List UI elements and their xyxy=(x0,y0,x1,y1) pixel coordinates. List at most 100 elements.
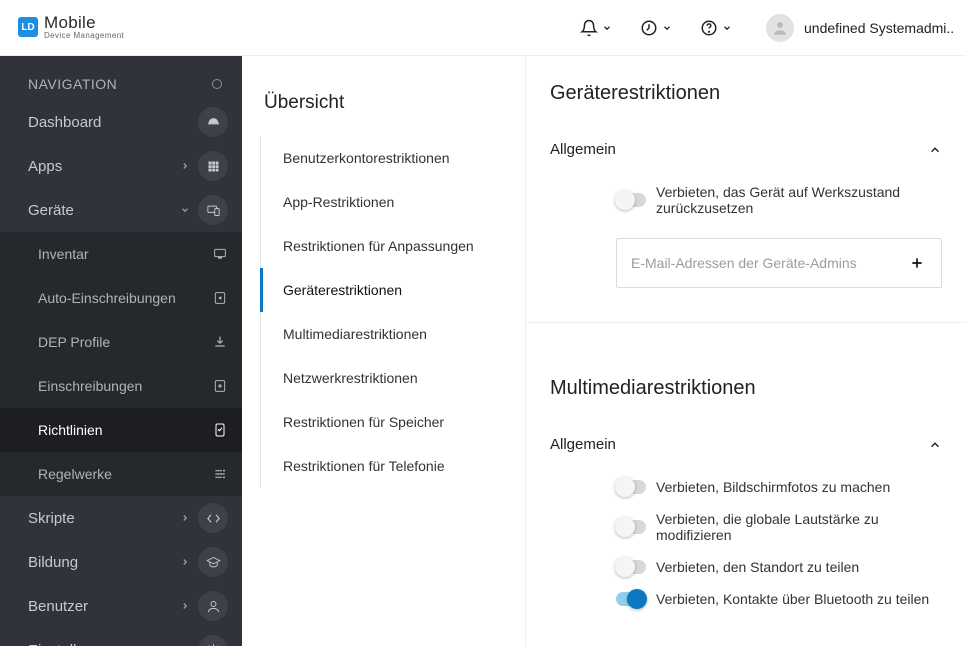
device-admin-email-field xyxy=(616,238,942,288)
overview-item[interactable]: Benutzerkontorestriktionen xyxy=(260,136,525,180)
add-email-button[interactable] xyxy=(907,253,927,273)
overview-list: Benutzerkontorestriktionen App-Restrikti… xyxy=(260,136,525,488)
sync-icon xyxy=(640,19,658,37)
main-shell: NAVIGATION Dashboard Apps Geräte Inventa… xyxy=(0,56,966,646)
section-label: Allgemein xyxy=(550,141,616,158)
rules-icon xyxy=(212,466,228,482)
sidebar-submenu-geraete: Inventar Auto-Einschreibungen DEP Profil… xyxy=(0,232,242,496)
enroll-icon xyxy=(212,378,228,394)
education-icon xyxy=(198,547,228,577)
toggle-screenshots[interactable] xyxy=(616,480,646,494)
scripts-icon xyxy=(198,503,228,533)
user-name: undefined Systemadmi.. xyxy=(804,20,954,36)
toggle-label: Verbieten, Kontakte über Bluetooth zu te… xyxy=(656,591,929,607)
devices-icon xyxy=(198,195,228,225)
download-icon xyxy=(212,334,228,350)
section-header-allgemein[interactable]: Allgemein xyxy=(550,422,942,471)
sidebar-item-label: Dashboard xyxy=(28,114,101,131)
overview-item[interactable]: Restriktionen für Telefonie xyxy=(260,444,525,488)
avatar xyxy=(766,14,794,42)
toggle-location[interactable] xyxy=(616,560,646,574)
overview-item[interactable]: App-Restriktionen xyxy=(260,180,525,224)
inventory-icon xyxy=(212,246,228,262)
user-icon xyxy=(771,19,789,37)
chevron-right-icon xyxy=(180,513,190,523)
toggle-factory-reset[interactable] xyxy=(616,193,646,207)
chevron-right-icon xyxy=(180,557,190,567)
apps-icon xyxy=(198,151,228,181)
nav-section-text: NAVIGATION xyxy=(28,76,117,92)
record-icon xyxy=(212,79,222,89)
sidebar-item-apps[interactable]: Apps xyxy=(0,144,242,188)
toggle-row: Verbieten, den Standort zu teilen xyxy=(550,551,942,583)
sidebar-item-label: Benutzer xyxy=(28,598,88,615)
sidebar-item-geraete[interactable]: Geräte xyxy=(0,188,242,232)
toggle-row: Verbieten, Kontakte über Bluetooth zu te… xyxy=(550,583,942,615)
toggle-bluetooth-contacts[interactable] xyxy=(616,592,646,606)
settings-icon xyxy=(198,635,228,646)
toggle-label: Verbieten, die globale Lautstärke zu mod… xyxy=(656,511,942,543)
chevron-up-icon xyxy=(928,438,942,452)
toggle-label: Verbieten, Bildschirmfotos zu machen xyxy=(656,479,890,495)
toggle-volume[interactable] xyxy=(616,520,646,534)
sidebar-item-bildung[interactable]: Bildung xyxy=(0,540,242,584)
sidebar-subitem-regelwerke[interactable]: Regelwerke xyxy=(0,452,242,496)
topbar: LD Mobile Device Management undefined Sy… xyxy=(0,0,966,56)
overview-item[interactable]: Restriktionen für Speicher xyxy=(260,400,525,444)
sync-menu[interactable] xyxy=(626,19,686,37)
sidebar-item-benutzer[interactable]: Benutzer xyxy=(0,584,242,628)
toggle-label: Verbieten, den Standort zu teilen xyxy=(656,559,859,575)
chevron-down-icon xyxy=(602,23,612,33)
policy-icon xyxy=(212,422,228,438)
sidebar-item-label: Richtlinien xyxy=(38,422,103,438)
nav-section-label: NAVIGATION xyxy=(0,56,242,100)
brand-text: Mobile Device Management xyxy=(44,14,124,40)
chevron-right-icon xyxy=(180,601,190,611)
brand[interactable]: LD Mobile Device Management xyxy=(18,14,124,40)
sidebar-item-einstellungen[interactable]: Einstellungen xyxy=(0,628,242,646)
overview-panel: Übersicht Benutzerkontorestriktionen App… xyxy=(242,56,526,646)
section-header-allgemein[interactable]: Allgemein xyxy=(550,127,942,176)
sidebar-subitem-inventar[interactable]: Inventar xyxy=(0,232,242,276)
users-icon xyxy=(198,591,228,621)
overview-item[interactable]: Multimediarestriktionen xyxy=(260,312,525,356)
notifications-menu[interactable] xyxy=(566,19,626,37)
overview-item[interactable]: Restriktionen für Anpassungen xyxy=(260,224,525,268)
toggle-label: Verbieten, das Gerät auf Werkszustand zu… xyxy=(656,184,942,216)
overview-item[interactable]: Geräterestriktionen xyxy=(260,268,525,312)
sidebar: NAVIGATION Dashboard Apps Geräte Inventa… xyxy=(0,56,242,646)
sidebar-subitem-einschreibungen[interactable]: Einschreibungen xyxy=(0,364,242,408)
overview-title: Übersicht xyxy=(242,92,525,136)
help-icon xyxy=(700,19,718,37)
sidebar-item-label: Skripte xyxy=(28,510,75,527)
sidebar-item-label: Inventar xyxy=(38,246,89,262)
toggle-row-factory-reset: Verbieten, das Gerät auf Werkszustand zu… xyxy=(550,176,942,224)
chevron-down-icon xyxy=(180,205,190,215)
plus-icon xyxy=(909,255,925,271)
brand-logo: LD xyxy=(18,17,38,37)
sidebar-subitem-dep-profile[interactable]: DEP Profile xyxy=(0,320,242,364)
multimedia-restrictions-card: Multimediarestriktionen Allgemein Verbie… xyxy=(526,351,966,646)
sidebar-item-label: Auto-Einschreibungen xyxy=(38,290,176,306)
sidebar-item-dashboard[interactable]: Dashboard xyxy=(0,100,242,144)
overview-item[interactable]: Netzwerkrestriktionen xyxy=(260,356,525,400)
sidebar-subitem-auto-einschreibungen[interactable]: Auto-Einschreibungen xyxy=(0,276,242,320)
section-label: Allgemein xyxy=(550,436,616,453)
sidebar-item-label: Apps xyxy=(28,158,62,175)
brand-main: Mobile xyxy=(44,14,124,32)
sidebar-item-label: DEP Profile xyxy=(38,334,110,350)
chevron-down-icon xyxy=(722,23,732,33)
sidebar-item-label: Regelwerke xyxy=(38,466,112,482)
brand-sub: Device Management xyxy=(44,32,124,40)
sidebar-item-label: Bildung xyxy=(28,554,78,571)
sidebar-subitem-richtlinien[interactable]: Richtlinien xyxy=(0,408,242,452)
sidebar-item-skripte[interactable]: Skripte xyxy=(0,496,242,540)
chevron-right-icon xyxy=(180,161,190,171)
help-menu[interactable] xyxy=(686,19,746,37)
device-admin-email-input[interactable] xyxy=(631,255,907,271)
bell-icon xyxy=(580,19,598,37)
user-menu[interactable]: undefined Systemadmi.. xyxy=(746,14,954,42)
card-title: Multimediarestriktionen xyxy=(550,377,942,400)
content-area: Geräterestriktionen Allgemein Verbieten,… xyxy=(526,56,966,646)
toggle-row: Verbieten, die globale Lautstärke zu mod… xyxy=(550,503,942,551)
